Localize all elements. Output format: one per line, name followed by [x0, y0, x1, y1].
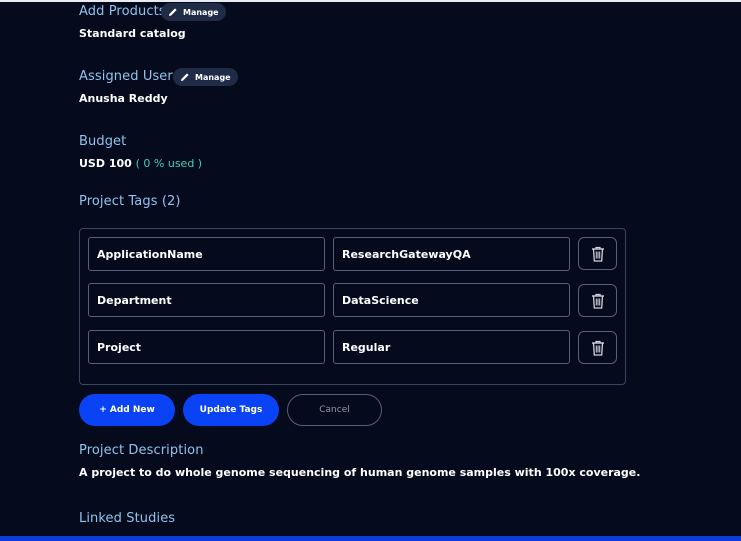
trash-icon — [591, 293, 604, 309]
manage-products-button[interactable]: Manage — [161, 3, 226, 21]
project-description-value: A project to do whole genome sequencing … — [79, 466, 641, 479]
add-new-tag-button[interactable]: + Add New — [79, 394, 175, 426]
linked-studies-title: Linked Studies — [79, 511, 176, 526]
assigned-users-value: Anusha Reddy — [79, 92, 168, 105]
budget-used: ( 0 % used ) — [135, 157, 203, 170]
top-border — [0, 0, 741, 2]
add-products-title: Add Products — [79, 4, 166, 19]
tag-key-input[interactable]: ApplicationName — [88, 237, 325, 271]
manage-users-label: Manage — [195, 72, 231, 82]
add-products-value: Standard catalog — [79, 27, 186, 40]
tag-key-input[interactable]: Department — [88, 283, 325, 317]
project-tags-title: Project Tags (2) — [79, 194, 181, 209]
tag-value-input[interactable]: Regular — [333, 330, 570, 364]
cancel-button[interactable]: Cancel — [287, 394, 382, 426]
trash-icon — [591, 246, 604, 262]
assigned-users-title: Assigned Users — [79, 69, 180, 84]
budget-amount: USD 100 — [79, 157, 132, 170]
tag-key-input[interactable]: Project — [88, 330, 325, 364]
pencil-icon — [181, 73, 189, 81]
delete-tag-button[interactable] — [578, 237, 617, 270]
project-description-title: Project Description — [79, 443, 204, 458]
pencil-icon — [169, 8, 177, 16]
budget-title: Budget — [79, 134, 127, 149]
tag-value-input[interactable]: DataScience — [333, 283, 570, 317]
update-tags-button[interactable]: Update Tags — [183, 394, 279, 426]
bottom-bar — [0, 536, 741, 541]
trash-icon — [591, 340, 604, 356]
manage-products-label: Manage — [183, 7, 219, 17]
tag-value-input[interactable]: ResearchGatewayQA — [333, 237, 570, 271]
delete-tag-button[interactable] — [578, 331, 617, 364]
budget-value: USD 100 ( 0 % used ) — [79, 157, 202, 170]
manage-users-button[interactable]: Manage — [173, 68, 238, 86]
delete-tag-button[interactable] — [578, 284, 617, 317]
